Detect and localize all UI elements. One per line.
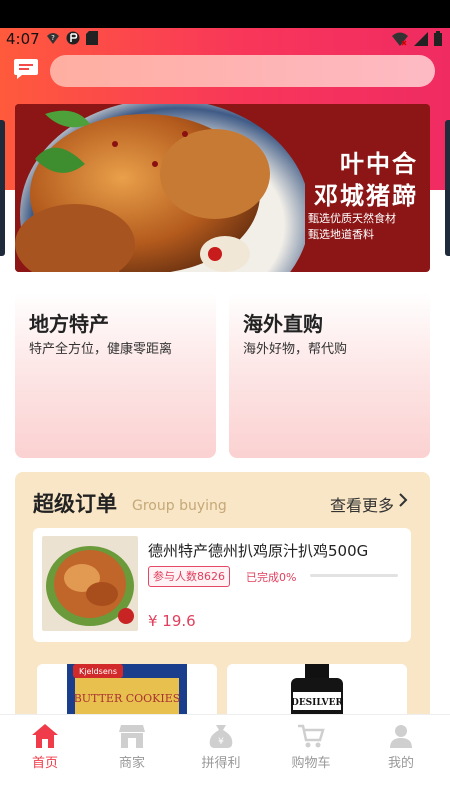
product-brand: Kjeldsens xyxy=(79,667,117,676)
wifi-icon xyxy=(392,32,408,46)
banner-subtitle-line1: 甄选优质天然食材 xyxy=(308,212,396,225)
app-notification-icon xyxy=(66,31,80,45)
status-time: 4:07 xyxy=(6,30,40,48)
category-description: 特产全方位，健康零距离 xyxy=(29,342,173,357)
home-icon xyxy=(32,724,58,748)
bottom-navigation: 首页 商家 ¥ 拼得利 购物车 我的 xyxy=(0,714,450,800)
svg-text:?: ? xyxy=(51,34,55,42)
search-input[interactable] xyxy=(50,55,435,87)
product-brand: DESILVER xyxy=(291,698,343,708)
category-overseas-direct[interactable]: 海外直购 海外好物，帮代购 xyxy=(229,292,430,458)
banner-title-line1: 叶中合 xyxy=(340,149,418,178)
signal-question-icon: ? xyxy=(47,33,59,44)
nav-item-home[interactable]: 首页 xyxy=(0,723,90,771)
sd-card-icon xyxy=(86,31,98,45)
nav-label: 拼得利 xyxy=(201,756,241,771)
participants-badge: 参与人数8626 xyxy=(148,566,230,587)
pork-trotter-image xyxy=(15,104,305,272)
nav-item-profile[interactable]: 我的 xyxy=(356,723,446,771)
group-item-card[interactable]: 德州特产德州扒鸡原汁扒鸡500G 参与人数8626 已完成0% ¥ 19.6 xyxy=(33,528,411,642)
nav-item-cart[interactable]: 购物车 xyxy=(266,723,356,771)
money-bag-icon: ¥ xyxy=(209,725,233,748)
group-title: 超级订单 xyxy=(33,492,117,516)
nav-label: 我的 xyxy=(387,756,414,771)
group-subtitle: Group buying xyxy=(132,498,227,514)
braised-chicken-image xyxy=(42,536,138,631)
nav-label: 购物车 xyxy=(291,756,331,771)
nav-label: 商家 xyxy=(118,756,145,771)
item-name: 德州特产德州扒鸡原汁扒鸡500G xyxy=(148,542,369,560)
cell-signal-icon xyxy=(414,31,428,46)
battery-icon xyxy=(434,31,442,46)
edge-handle-left xyxy=(0,120,5,256)
category-description: 海外好物，帮代购 xyxy=(243,342,348,357)
category-local-specialty[interactable]: 地方特产 特产全方位，健康零距离 xyxy=(15,292,216,458)
category-title: 海外直购 xyxy=(243,312,323,336)
cart-icon xyxy=(298,724,325,748)
top-black-bar xyxy=(0,0,450,28)
store-icon xyxy=(119,725,145,748)
product-name: BUTTER COOKIES xyxy=(74,692,181,705)
screen: 4:07 ? 叶中合 邓城猪蹄 甄选优质天然食材 甄选地道香料 地方特产 特产全… xyxy=(0,0,450,800)
svg-text:¥: ¥ xyxy=(218,737,224,747)
category-title: 地方特产 xyxy=(29,312,109,336)
status-bar: 4:07 ? xyxy=(0,28,450,50)
chat-bubble-icon xyxy=(14,59,38,79)
user-icon xyxy=(390,725,412,748)
message-button[interactable] xyxy=(13,58,39,80)
banner-title-line2: 邓城猪蹄 xyxy=(314,181,418,210)
nav-label: 首页 xyxy=(31,756,58,771)
group-buying-section: 超级订单 Group buying 查看更多 德州特产德州扒鸡原汁扒鸡500G … xyxy=(15,472,430,732)
nav-item-group-deal[interactable]: ¥ 拼得利 xyxy=(176,723,266,771)
promo-banner[interactable]: 叶中合 邓城猪蹄 甄选优质天然食材 甄选地道香料 xyxy=(15,104,430,272)
item-price: ¥ 19.6 xyxy=(148,612,196,630)
nav-item-store[interactable]: 商家 xyxy=(87,723,177,771)
view-more-link[interactable]: 查看更多 xyxy=(330,492,394,516)
completed-text: 已完成0% xyxy=(246,571,297,584)
edge-handle-right xyxy=(445,120,450,256)
progress-bar xyxy=(310,574,398,577)
chevron-right-icon[interactable] xyxy=(398,492,408,508)
banner-subtitle-line2: 甄选地道香料 xyxy=(308,228,374,241)
